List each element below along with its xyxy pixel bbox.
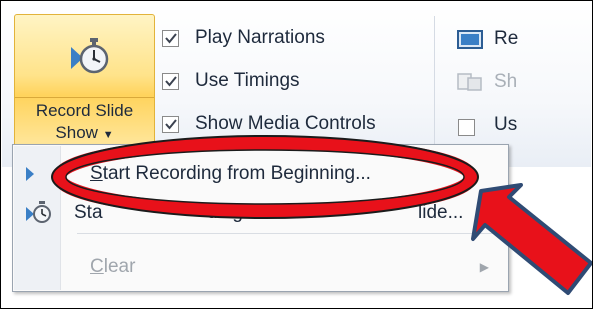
menu-item-label-fragment-mid: ding from C: [207, 202, 306, 223]
menu-item-clear[interactable]: Clear ▶: [14, 249, 507, 285]
screenshot-frame: Record Slide Show ▼ Play Narrations Use …: [0, 0, 593, 309]
checkbox-icon[interactable]: [458, 119, 475, 136]
record-from-beginning-icon: [26, 167, 34, 181]
group-separator: [434, 16, 435, 156]
record-stopwatch-icon: [71, 38, 109, 74]
use-timings-label: Use Timings: [195, 70, 300, 91]
chevron-down-icon: ▼: [102, 129, 114, 141]
checkbox-checked-icon: [162, 72, 179, 90]
menu-item-start-recording-current[interactable]: Sta ding from C lide...: [14, 195, 507, 231]
record-button-label-line2[interactable]: Show ▼: [15, 123, 154, 143]
menu-item-label: Clear: [90, 256, 136, 277]
resolution-label[interactable]: Re: [494, 28, 518, 50]
checkbox-checked-icon: [162, 29, 179, 47]
menu-item-label: Start Recording from Beginning...: [90, 163, 371, 184]
record-slide-show-button[interactable]: Record Slide Show ▼: [14, 14, 155, 150]
use-presenter-label[interactable]: Us: [494, 114, 517, 136]
split-button-divider: [15, 97, 154, 98]
record-slide-show-menu: Start Recording from Beginning... Sta di…: [12, 144, 509, 292]
checkbox-checked-icon: [162, 115, 179, 133]
menu-separator: [77, 233, 498, 234]
menu-item-label-fragment-left: Sta: [74, 202, 103, 223]
show-presenter-label[interactable]: Sh: [494, 71, 517, 93]
ribbon-group-setup: Record Slide Show ▼ Play Narrations Use …: [2, 2, 591, 167]
resolution-icon: [457, 30, 483, 49]
record-button-label-line1: Record Slide: [35, 101, 134, 120]
play-narrations-label: Play Narrations: [195, 27, 325, 48]
show-media-controls-checkbox[interactable]: Show Media Controls: [162, 110, 376, 138]
submenu-arrow-icon: ▶: [479, 260, 489, 274]
record-from-current-icon: [26, 201, 51, 223]
use-timings-checkbox[interactable]: Use Timings: [162, 67, 300, 95]
menu-item-start-recording-beginning[interactable]: Start Recording from Beginning...: [14, 156, 507, 192]
show-media-controls-label: Show Media Controls: [195, 113, 376, 134]
menu-item-label-fragment-right: lide...: [418, 202, 464, 223]
play-narrations-checkbox[interactable]: Play Narrations: [162, 24, 325, 52]
record-button-label-show: Show: [55, 123, 98, 142]
show-presenter-icon: [457, 73, 482, 91]
